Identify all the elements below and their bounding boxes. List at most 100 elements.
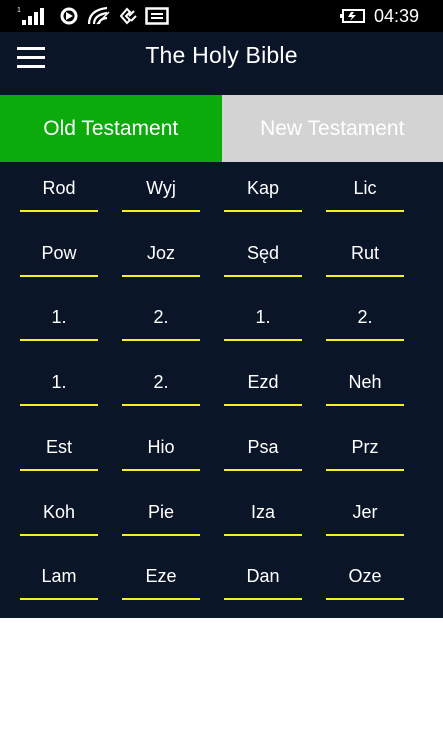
book-label: Hio <box>147 436 175 457</box>
tab-new-testament[interactable]: New Testament <box>221 95 443 162</box>
book-item[interactable]: Jer <box>326 494 404 538</box>
book-label: Ezd <box>247 372 279 393</box>
book-label: Jer <box>352 501 378 522</box>
book-label: Est <box>45 436 72 457</box>
book-underline <box>20 404 98 407</box>
book-item[interactable]: Est <box>20 429 98 473</box>
book-underline <box>224 468 302 471</box>
book-label: Dan <box>246 566 280 587</box>
book-label: 2. <box>153 372 169 393</box>
book-item[interactable]: 2. <box>122 299 200 343</box>
book-label: Joz <box>146 242 175 263</box>
book-underline <box>224 533 302 536</box>
book-underline <box>326 533 404 536</box>
book-item[interactable]: Ezd <box>224 364 302 408</box>
book-item[interactable]: 1. <box>20 364 98 408</box>
battery-icon <box>340 5 368 27</box>
tab-new-testament-label: New Testament <box>260 116 405 140</box>
message-icon <box>145 5 169 27</box>
wifi-icon <box>86 5 112 27</box>
book-underline <box>224 598 302 601</box>
book-item[interactable]: Lam <box>20 558 98 602</box>
status-bar: 1 04:39 <box>0 0 443 32</box>
page-title: The Holy Bible <box>145 42 298 68</box>
book-underline <box>224 404 302 407</box>
book-item[interactable]: Hio <box>122 429 200 473</box>
book-underline <box>20 598 98 601</box>
tab-old-testament[interactable]: Old Testament <box>0 95 222 162</box>
book-label: Rod <box>42 178 76 198</box>
book-underline <box>326 210 404 212</box>
book-label: Kap <box>246 178 280 198</box>
book-label: Wyj <box>146 178 176 198</box>
book-label: Pow <box>41 242 77 263</box>
book-item[interactable]: Psa <box>224 429 302 473</box>
book-underline <box>326 468 404 471</box>
sync-icon <box>57 5 81 27</box>
book-item[interactable]: Dan <box>224 558 302 602</box>
book-underline <box>20 468 98 471</box>
book-underline <box>20 210 98 212</box>
book-underline <box>122 533 200 536</box>
book-underline <box>122 339 200 342</box>
data-saver-icon <box>116 5 140 27</box>
signal-icon: 1 <box>16 5 48 27</box>
book-label: Pie <box>147 501 174 522</box>
book-item[interactable]: Oze <box>326 558 404 602</box>
book-item[interactable]: Pie <box>122 494 200 538</box>
book-underline <box>224 274 302 277</box>
book-label: 1. <box>51 372 67 393</box>
testament-tabs: Old Testament New Testament <box>0 95 443 162</box>
book-item[interactable]: Joz <box>122 235 200 279</box>
book-label: Koh <box>42 501 76 522</box>
book-item[interactable]: Eze <box>122 558 200 602</box>
book-item[interactable]: Kap <box>224 170 302 214</box>
book-underline <box>326 274 404 277</box>
book-label: Lam <box>41 566 77 587</box>
book-item[interactable]: Lic <box>326 170 404 214</box>
book-underline <box>122 468 200 471</box>
app-bar: The Holy Bible <box>0 32 443 95</box>
book-item[interactable]: Rod <box>20 170 98 214</box>
book-underline <box>224 339 302 342</box>
book-item[interactable]: Prz <box>326 429 404 473</box>
book-underline <box>326 598 404 601</box>
book-item[interactable]: 2. <box>326 299 404 343</box>
books-grid: Rod Wyj Kap Lic Pow Joz Sęd Rut 1. 2. 1. 2. 1. 2. Ezd N… <box>0 162 443 618</box>
book-label: Sęd <box>246 242 280 263</box>
book-underline <box>122 274 200 277</box>
book-label: 2. <box>153 307 169 328</box>
book-underline <box>122 210 200 212</box>
book-item[interactable]: Neh <box>326 364 404 408</box>
book-item[interactable]: 2. <box>122 364 200 408</box>
book-label: Rut <box>350 242 379 263</box>
book-item[interactable]: 1. <box>20 299 98 343</box>
book-label: Prz <box>351 436 379 457</box>
book-item[interactable]: Pow <box>20 235 98 279</box>
tab-old-testament-label: Old Testament <box>43 116 179 140</box>
book-label: Neh <box>348 372 382 393</box>
book-underline <box>20 533 98 536</box>
book-item[interactable]: Koh <box>20 494 98 538</box>
book-item[interactable]: Wyj <box>122 170 200 214</box>
book-item[interactable]: Rut <box>326 235 404 279</box>
book-underline <box>20 339 98 342</box>
book-underline <box>122 598 200 601</box>
svg-text:1: 1 <box>17 7 21 14</box>
book-label: 2. <box>357 307 373 328</box>
book-underline <box>326 339 404 342</box>
book-label: Iza <box>250 501 275 522</box>
book-underline <box>326 404 404 407</box>
book-underline <box>224 210 302 212</box>
status-time: 04:39 <box>373 6 419 26</box>
book-label: Oze <box>348 566 382 587</box>
book-item[interactable]: Sęd <box>224 235 302 279</box>
book-item[interactable]: 1. <box>224 299 302 343</box>
book-item[interactable]: Iza <box>224 494 302 538</box>
book-underline <box>122 404 200 407</box>
book-label: 1. <box>51 307 67 328</box>
book-label: Eze <box>145 566 177 587</box>
book-label: 1. <box>255 307 271 328</box>
book-label: Lic <box>353 178 377 198</box>
book-label: Psa <box>247 436 279 457</box>
